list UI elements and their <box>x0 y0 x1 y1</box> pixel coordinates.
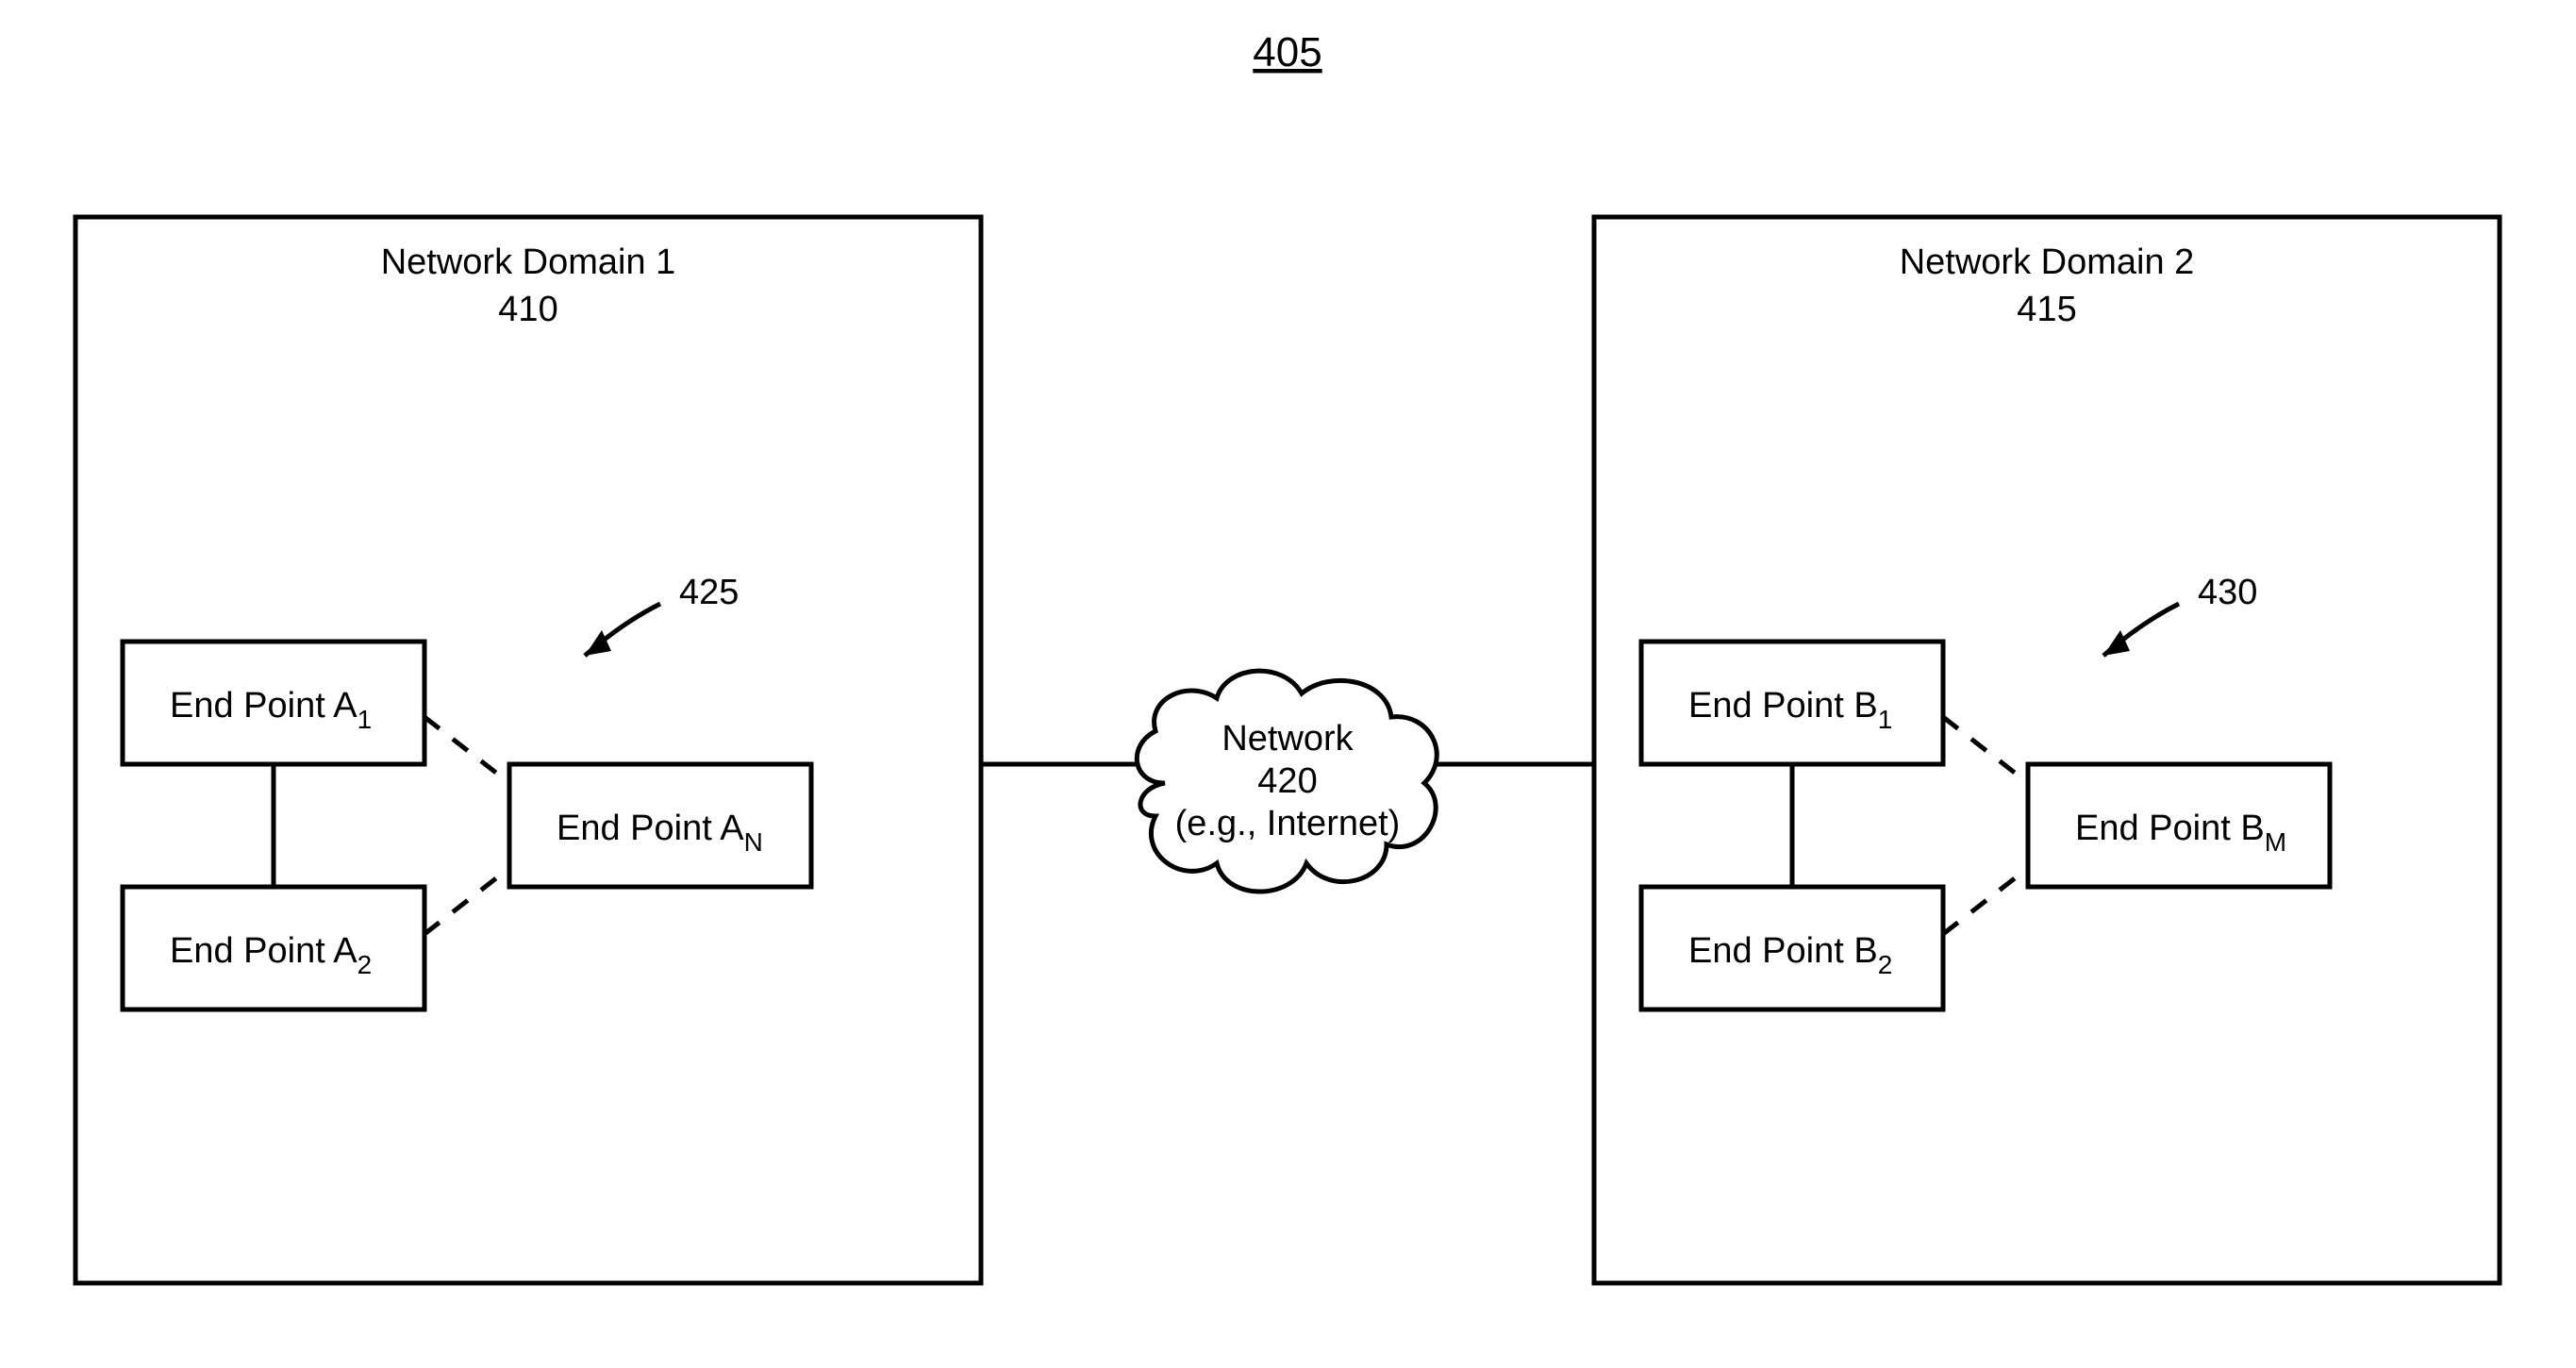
line-b2-bm <box>1943 868 2028 934</box>
endpoint-a2: End Point A2 <box>123 887 424 1009</box>
callout-425: 425 <box>585 573 739 656</box>
network-label-3: (e.g., Internet) <box>1175 804 1401 843</box>
domain1-box <box>75 217 981 1283</box>
endpoint-a2-label: End Point A2 <box>170 931 372 979</box>
network-cloud: Network 420 (e.g., Internet) <box>981 671 1594 892</box>
line-a2-an <box>424 868 509 934</box>
line-a1-an <box>424 717 509 783</box>
callout-430-text: 430 <box>2198 573 2257 612</box>
figure-canvas: 405 Network Domain 1 410 End Point A1 En… <box>0 0 2576 1368</box>
endpoint-b2: End Point B2 <box>1641 887 1943 1009</box>
endpoint-an: End Point AN <box>509 764 811 887</box>
endpoint-an-label: End Point AN <box>557 809 763 857</box>
domain2-title: Network Domain 2 <box>1900 242 2195 282</box>
callout-425-text: 425 <box>679 573 739 612</box>
domain2-box <box>1594 217 2500 1283</box>
endpoint-bm: End Point BM <box>2028 764 2330 887</box>
endpoint-b1-label: End Point B1 <box>1688 686 1892 734</box>
network-label-2: 420 <box>1257 761 1317 801</box>
endpoint-b2-label: End Point B2 <box>1688 931 1892 979</box>
endpoint-a1: End Point A1 <box>123 642 424 764</box>
endpoint-a1-label: End Point A1 <box>170 686 372 734</box>
endpoint-b1: End Point B1 <box>1641 642 1943 764</box>
figure-reference: 405 <box>1253 29 1321 75</box>
domain1-title: Network Domain 1 <box>381 242 676 282</box>
line-b1-bm <box>1943 717 2028 783</box>
network-domain-1: Network Domain 1 410 End Point A1 End Po… <box>75 217 981 1283</box>
domain2-ref: 415 <box>2017 290 2076 329</box>
endpoint-bm-label: End Point BM <box>2075 809 2286 857</box>
network-domain-2: Network Domain 2 415 End Point B1 End Po… <box>1594 217 2500 1283</box>
domain1-ref: 410 <box>498 290 557 329</box>
callout-430: 430 <box>2103 573 2257 656</box>
network-label-1: Network <box>1222 719 1354 759</box>
